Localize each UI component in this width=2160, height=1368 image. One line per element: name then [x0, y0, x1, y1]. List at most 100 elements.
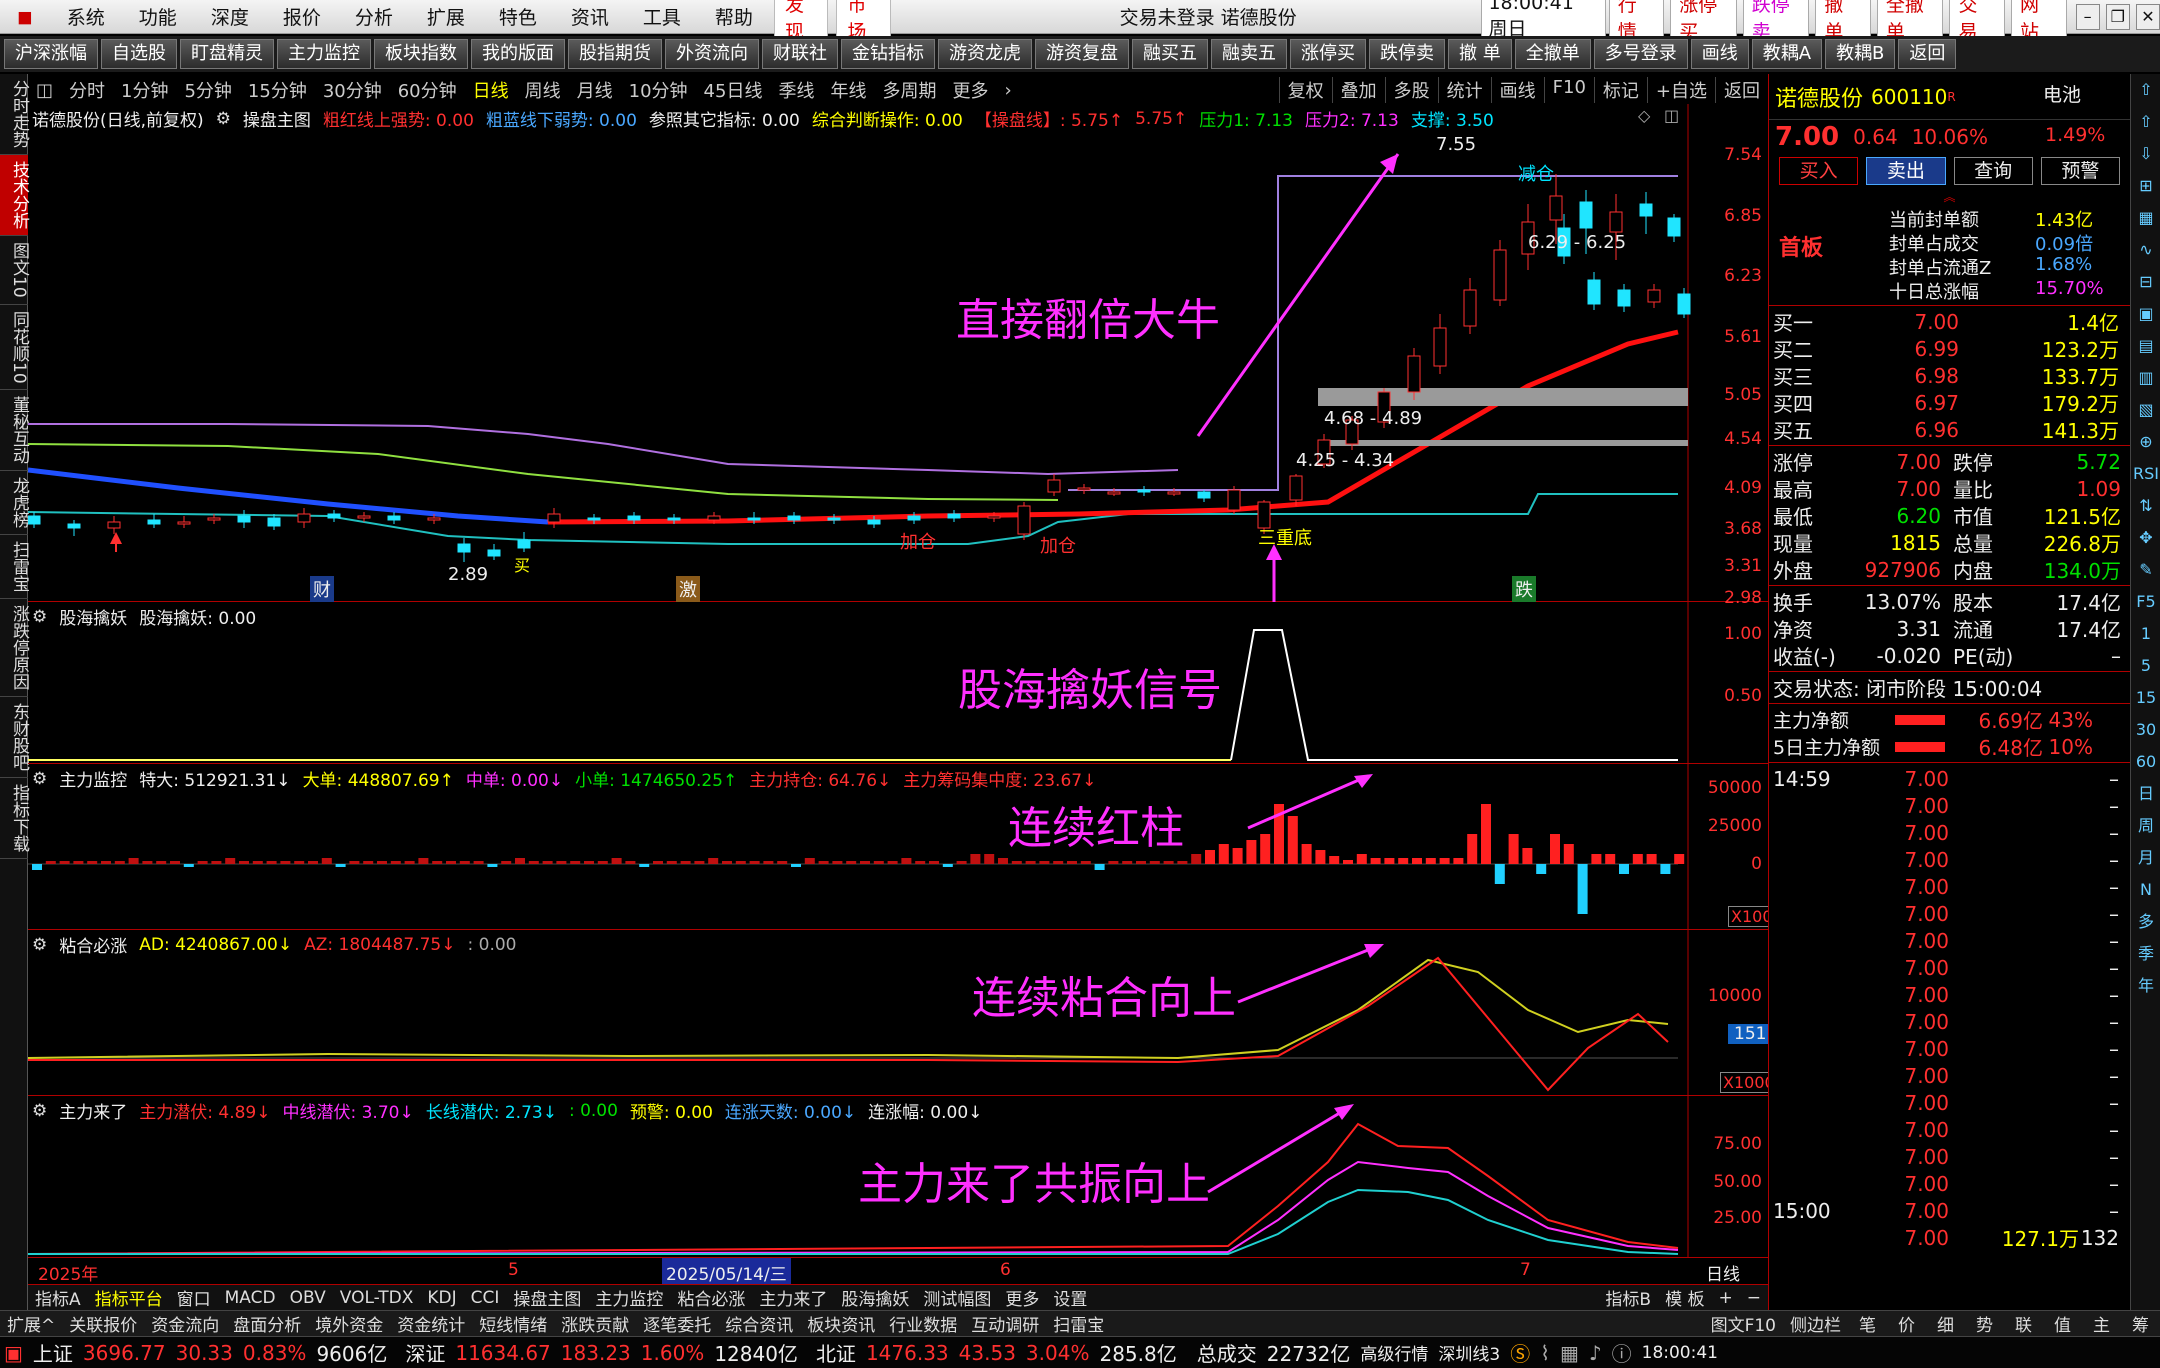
toolbar-button[interactable]: 教耦B: [1825, 39, 1896, 69]
side-tool-icon[interactable]: ⇧: [2131, 74, 2160, 106]
toolbar-button[interactable]: 外资流向: [665, 39, 759, 69]
indicator-tab[interactable]: 股海擒妖: [834, 1285, 916, 1310]
restore-icon[interactable]: ❐: [2105, 3, 2130, 30]
toolbar-button[interactable]: 融买五: [1132, 39, 1208, 69]
indicator-tab[interactable]: 指标平台: [88, 1285, 170, 1310]
extension-tab[interactable]: 关联报价: [62, 1311, 144, 1336]
side-tool-icon[interactable]: 年: [2131, 970, 2160, 1002]
period-tab[interactable]: 45日线: [696, 77, 771, 103]
toggle-icon[interactable]: ◫: [28, 80, 61, 101]
side-tool-icon[interactable]: F5: [2131, 586, 2160, 618]
menu-item[interactable]: 报价: [266, 3, 338, 30]
index-name[interactable]: 上证: [33, 1338, 73, 1367]
indicator-tab-right[interactable]: 指标B: [1598, 1285, 1658, 1310]
toolbar-button[interactable]: 撤 单: [1448, 39, 1512, 69]
toolbar-button[interactable]: 画线: [1690, 39, 1749, 69]
extension-tab[interactable]: 扩展^: [0, 1311, 62, 1336]
chevron-right-icon[interactable]: ›: [996, 80, 1019, 101]
side-tool-icon[interactable]: ▧: [2131, 394, 2160, 426]
left-nav-item[interactable]: 技术分析: [0, 155, 29, 236]
side-tab[interactable]: 侧边栏: [1783, 1311, 1848, 1336]
indicator-tab[interactable]: VOL-TDX: [333, 1288, 421, 1308]
extension-tab[interactable]: 资金统计: [390, 1311, 472, 1336]
toolbar-button[interactable]: 跌停卖: [1369, 39, 1445, 69]
chart-icon[interactable]: ⌇: [1540, 1341, 1550, 1365]
period-tab[interactable]: 5分钟: [176, 77, 239, 103]
toolbar-button[interactable]: 融卖五: [1211, 39, 1287, 69]
toolbar-button[interactable]: 返回: [1898, 39, 1957, 69]
side-tool-icon[interactable]: 周: [2131, 810, 2160, 842]
side-tool-icon[interactable]: 月: [2131, 842, 2160, 874]
indicator-tab[interactable]: 设置: [1046, 1285, 1094, 1310]
left-nav-item[interactable]: 分时走势: [0, 74, 29, 155]
extension-tab[interactable]: 扫雷宝: [1046, 1311, 1111, 1336]
period-tab[interactable]: 10分钟: [621, 77, 696, 103]
period-tab[interactable]: 日线: [465, 77, 517, 103]
side-tool-icon[interactable]: 1: [2131, 618, 2160, 650]
left-nav-item[interactable]: 东财股吧: [0, 697, 29, 779]
sector-name[interactable]: 电池: [2043, 80, 2081, 107]
toolbar-button[interactable]: 盯盘精灵: [180, 39, 274, 69]
side-tool-icon[interactable]: ⇩: [2131, 138, 2160, 170]
period-tab[interactable]: 1分钟: [113, 77, 176, 103]
minimize-icon[interactable]: –: [2075, 3, 2100, 30]
chart-tool-button[interactable]: 画线: [1490, 77, 1544, 103]
menu-item[interactable]: 工具: [626, 3, 698, 30]
toolbar-button[interactable]: 游资龙虎: [938, 39, 1032, 69]
close-icon[interactable]: ✕: [2135, 3, 2160, 30]
indicator-tab[interactable]: 粘合必涨: [670, 1285, 752, 1310]
left-nav-item[interactable]: 指标下载: [0, 778, 29, 860]
toolbar-button[interactable]: 游资复盘: [1035, 39, 1129, 69]
indicator-tab[interactable]: CCI: [464, 1288, 507, 1308]
period-tab[interactable]: 分时: [61, 77, 113, 103]
chart-tool-button[interactable]: 统计: [1437, 77, 1491, 103]
sound-icon[interactable]: ♪: [1589, 1341, 1602, 1365]
period-tab[interactable]: 周线: [517, 77, 569, 103]
toolbar-button[interactable]: 金钻指标: [841, 39, 935, 69]
side-tool-icon[interactable]: ⇅: [2131, 490, 2160, 522]
period-tab[interactable]: 多周期: [874, 77, 944, 103]
detail-tab[interactable]: 细: [1926, 1311, 1965, 1336]
menu-item[interactable]: 深度: [194, 3, 266, 30]
toolbar-button[interactable]: 教耦A: [1751, 39, 1823, 69]
alert-button[interactable]: 预警: [2040, 157, 2120, 185]
server-line[interactable]: 深圳线3: [1438, 1340, 1500, 1365]
detail-tab[interactable]: 价: [1887, 1311, 1926, 1336]
extension-tab[interactable]: 综合资讯: [718, 1311, 800, 1336]
detail-tab[interactable]: 联: [2004, 1311, 2043, 1336]
extension-tab[interactable]: 盘面分析: [226, 1311, 308, 1336]
side-tool-icon[interactable]: ∿: [2131, 234, 2160, 266]
period-tab[interactable]: 30分钟: [315, 77, 390, 103]
indicator-tab-right[interactable]: 模 板: [1658, 1285, 1711, 1310]
side-tool-icon[interactable]: 多: [2131, 906, 2160, 938]
side-tool-icon[interactable]: ⇧: [2131, 106, 2160, 138]
menu-item[interactable]: 分析: [338, 3, 410, 30]
indicator-tab[interactable]: 主力监控: [588, 1285, 670, 1310]
minus-icon[interactable]: −: [1740, 1288, 1768, 1308]
toolbar-button[interactable]: 涨停买: [1290, 39, 1366, 69]
side-tool-icon[interactable]: 30: [2131, 714, 2160, 746]
side-tool-icon[interactable]: ▦: [2131, 202, 2160, 234]
detail-tab[interactable]: 笔: [1848, 1311, 1887, 1336]
side-tool-icon[interactable]: ⊞: [2131, 170, 2160, 202]
toolbar-button[interactable]: 沪深涨幅: [4, 39, 98, 69]
menu-item[interactable]: 扩展: [410, 3, 482, 30]
chart-tool-button[interactable]: 返回: [1715, 77, 1768, 103]
indicator-tab[interactable]: MACD: [218, 1288, 283, 1308]
left-nav-item[interactable]: 同花顺10: [0, 305, 29, 391]
period-tab[interactable]: 月线: [569, 77, 621, 103]
detail-tab[interactable]: 势: [1965, 1311, 2004, 1336]
extension-tab[interactable]: 短线情绪: [472, 1311, 554, 1336]
period-tab[interactable]: 更多: [944, 77, 996, 103]
detail-tab[interactable]: 筹: [2121, 1311, 2160, 1336]
chart-tool-button[interactable]: 复权: [1278, 77, 1332, 103]
extension-tab[interactable]: 行业数据: [882, 1311, 964, 1336]
left-nav-item[interactable]: 涨跌停原因: [0, 599, 29, 698]
period-tab[interactable]: 15分钟: [240, 77, 315, 103]
quote-level[interactable]: 高级行情: [1360, 1340, 1428, 1365]
side-tool-icon[interactable]: RSI: [2131, 458, 2160, 490]
toolbar-button[interactable]: 多号登录: [1593, 39, 1688, 69]
side-tool-icon[interactable]: 60: [2131, 746, 2160, 778]
left-nav-item[interactable]: 董秘互动: [0, 390, 29, 472]
detail-tab[interactable]: 主: [2082, 1311, 2121, 1336]
